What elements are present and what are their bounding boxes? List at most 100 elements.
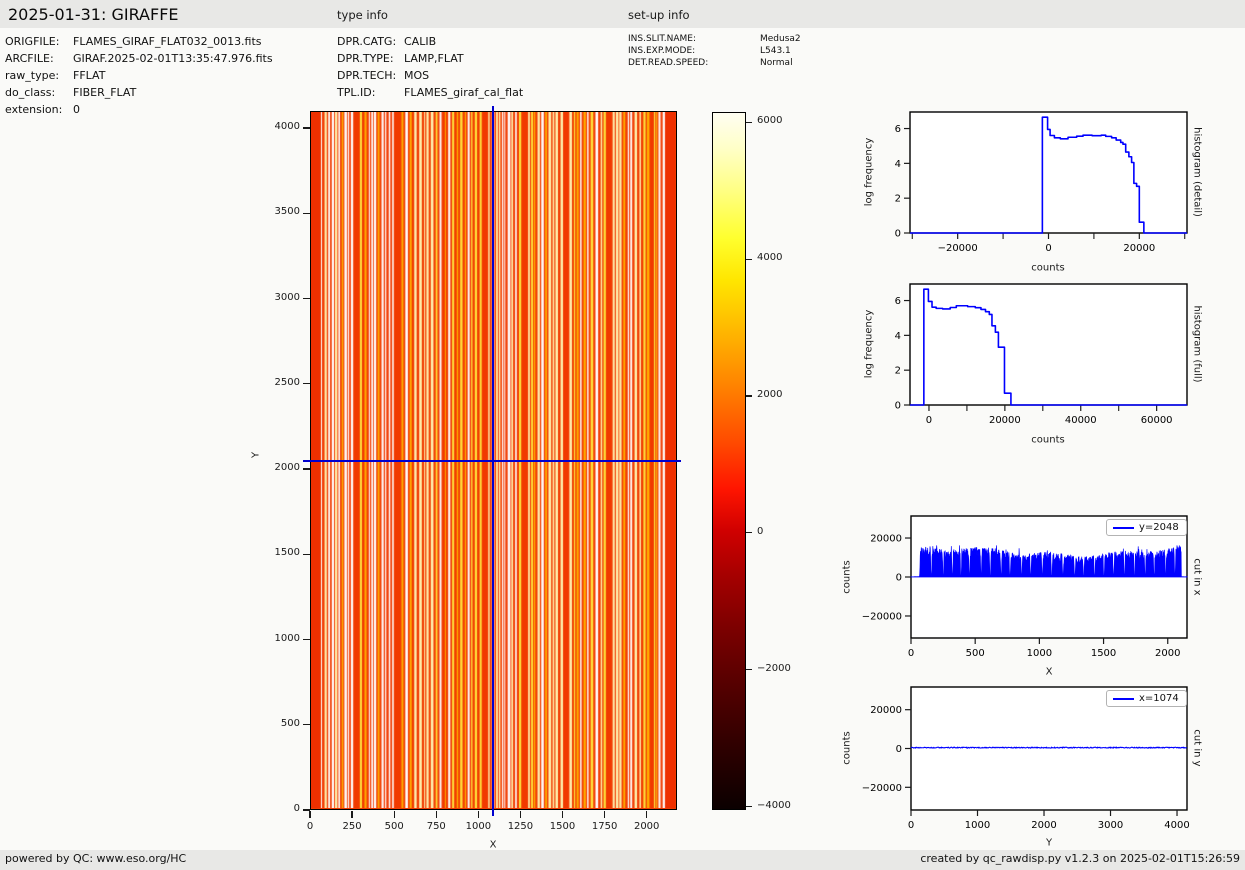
main-x-tick bbox=[394, 811, 395, 818]
main-x-tick bbox=[562, 811, 563, 818]
main-x-tick bbox=[646, 811, 647, 818]
colorbar-tick-label: 2000 bbox=[757, 389, 782, 400]
file-info-label: do_class: bbox=[5, 86, 55, 99]
main-x-axis-label: X bbox=[490, 840, 497, 851]
main-x-tick bbox=[351, 811, 352, 818]
x-tick-label: 60000 bbox=[1141, 415, 1173, 426]
main-x-tick-label: 1750 bbox=[585, 821, 625, 832]
type-info-value: LAMP,FLAT bbox=[404, 52, 464, 65]
cut-y-side-label: cut in y bbox=[1192, 729, 1203, 766]
file-info-label: raw_type: bbox=[5, 69, 59, 82]
main-x-tick bbox=[436, 811, 437, 818]
qc-report-page: 2025-01-31: GIRAFFE type info set-up inf… bbox=[0, 0, 1245, 870]
main-x-tick bbox=[309, 811, 310, 818]
main-y-tick-label: 4000 bbox=[258, 121, 300, 132]
x-tick-label: 2000 bbox=[1031, 820, 1056, 831]
type-info-label: DPR.CATG: bbox=[337, 35, 396, 48]
setup-info-label: INS.EXP.MODE: bbox=[628, 46, 695, 56]
main-x-tick-label: 750 bbox=[416, 821, 456, 832]
colorbar-tick-label: 0 bbox=[757, 526, 763, 537]
main-y-tick bbox=[303, 724, 310, 725]
main-y-tick bbox=[303, 639, 310, 640]
type-info-label: DPR.TECH: bbox=[337, 69, 396, 82]
setup-info-label: INS.SLIT.NAME: bbox=[628, 34, 696, 44]
footer-right-text: created by qc_rawdisp.py v1.2.3 on 2025-… bbox=[920, 852, 1240, 865]
type-info-value: CALIB bbox=[404, 35, 436, 48]
file-info-label: ORIGFILE: bbox=[5, 35, 59, 48]
hist-full-side-label: histogram (full) bbox=[1192, 305, 1203, 382]
file-info-value: GIRAF.2025-02-01T13:35:47.976.fits bbox=[73, 52, 273, 65]
footer-left-text: powered by QC: www.eso.org/HC bbox=[5, 852, 186, 865]
main-y-tick-label: 1500 bbox=[258, 547, 300, 558]
type-info-label: DPR.TYPE: bbox=[337, 52, 394, 65]
main-x-tick-label: 1500 bbox=[543, 821, 583, 832]
hist-detail-y-label: log frequency bbox=[864, 138, 875, 207]
legend-line-sample bbox=[1113, 527, 1134, 529]
main-x-tick-label: 250 bbox=[332, 821, 372, 832]
hist_full-spines bbox=[910, 284, 1187, 405]
main-y-tick-label: 500 bbox=[258, 718, 300, 729]
main-x-tick-label: 500 bbox=[374, 821, 414, 832]
main-y-tick bbox=[303, 298, 310, 299]
y-tick-label: −20000 bbox=[862, 783, 902, 794]
x-tick-label: −20000 bbox=[938, 243, 978, 254]
cut-x-y-label: counts bbox=[842, 560, 853, 593]
type-info-heading: type info bbox=[337, 8, 388, 22]
x-tick-label: 0 bbox=[926, 415, 932, 426]
cut-y-legend-label: x=1074 bbox=[1139, 693, 1179, 704]
cut-x-side-label: cut in x bbox=[1192, 558, 1203, 595]
y-tick-label: 0 bbox=[895, 401, 901, 412]
y-tick-label: 6 bbox=[895, 296, 901, 307]
x-tick-label: 40000 bbox=[1065, 415, 1097, 426]
main-x-tick bbox=[604, 811, 605, 818]
main-x-tick-label: 1250 bbox=[500, 821, 540, 832]
colorbar-tick bbox=[746, 532, 752, 533]
hist_detail-plot: −200000200000246 bbox=[855, 102, 1202, 268]
cut-position-hline bbox=[303, 460, 681, 462]
x-tick-label: 20000 bbox=[989, 415, 1021, 426]
x-tick-label: 0 bbox=[908, 820, 914, 831]
y-tick-label: 6 bbox=[895, 124, 901, 135]
file-info-label: ARCFILE: bbox=[5, 52, 54, 65]
main-y-tick-label: 0 bbox=[258, 803, 300, 814]
file-info-value: FFLAT bbox=[73, 69, 105, 82]
hist-full-y-label: log frequency bbox=[864, 310, 875, 379]
x-tick-label: 3000 bbox=[1098, 820, 1123, 831]
main-y-axis-label: Y bbox=[251, 452, 262, 458]
y-tick-label: 2 bbox=[895, 194, 901, 205]
main-x-tick bbox=[520, 811, 521, 818]
hist_full-plot: 02000040000600000246 bbox=[855, 274, 1202, 440]
y-tick-label: 0 bbox=[896, 744, 902, 755]
cut-y-signal bbox=[911, 747, 1187, 748]
cut-y-legend: x=1074 bbox=[1106, 690, 1187, 707]
setup-info-value: L543.1 bbox=[760, 46, 791, 56]
y-tick-label: 20000 bbox=[870, 534, 902, 545]
x-tick-label: 500 bbox=[966, 648, 985, 659]
page-title: 2025-01-31: GIRAFFE bbox=[8, 5, 179, 24]
y-tick-label: 4 bbox=[895, 331, 901, 342]
x-tick-label: 1000 bbox=[1027, 648, 1052, 659]
x-tick-label: 4000 bbox=[1164, 820, 1189, 831]
main-y-tick-label: 2500 bbox=[258, 377, 300, 388]
colorbar-tick bbox=[746, 259, 752, 260]
hist-detail-side-label: histogram (detail) bbox=[1192, 127, 1203, 217]
x-tick-label: 2000 bbox=[1155, 648, 1180, 659]
file-info-label: extension: bbox=[5, 103, 62, 116]
colorbar-tick-label: −2000 bbox=[757, 663, 791, 674]
colorbar-tick-label: 6000 bbox=[757, 115, 782, 126]
colorbar-tick bbox=[746, 395, 752, 396]
setup-info-heading: set-up info bbox=[628, 8, 690, 22]
type-info-value: MOS bbox=[404, 69, 429, 82]
main-y-tick bbox=[303, 127, 310, 128]
colorbar-tick-label: 4000 bbox=[757, 252, 782, 263]
colorbar-tick bbox=[746, 669, 752, 670]
y-tick-label: −20000 bbox=[862, 611, 902, 622]
cut-x-legend-label: y=2048 bbox=[1139, 522, 1179, 533]
setup-info-label: DET.READ.SPEED: bbox=[628, 58, 708, 68]
cut-x-legend: y=2048 bbox=[1106, 519, 1187, 536]
main-x-tick-label: 1000 bbox=[458, 821, 498, 832]
main-y-tick-label: 2000 bbox=[258, 462, 300, 473]
y-tick-label: 20000 bbox=[870, 705, 902, 716]
main-y-tick bbox=[303, 468, 310, 469]
colorbar bbox=[712, 112, 746, 810]
